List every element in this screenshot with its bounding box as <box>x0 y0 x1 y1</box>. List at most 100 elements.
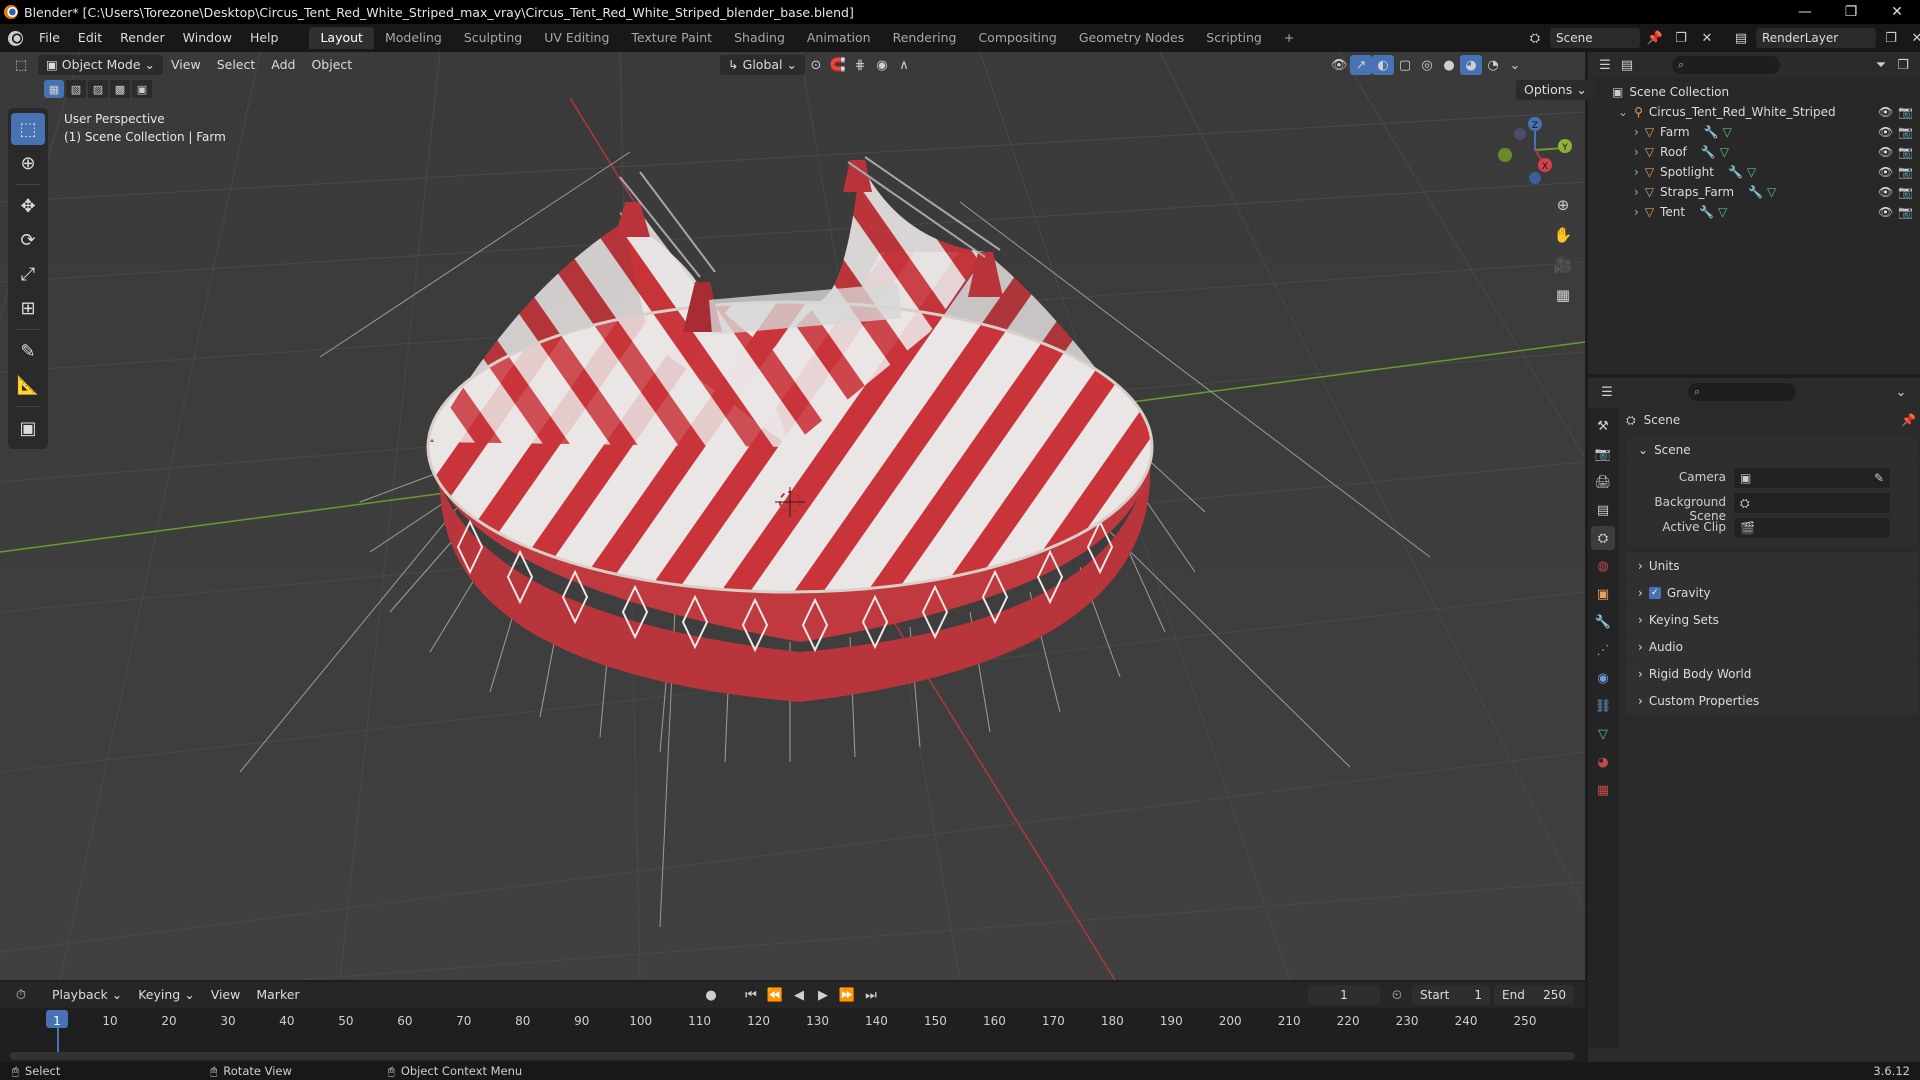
minimize-button[interactable]: — <box>1782 0 1828 24</box>
panel-units[interactable]: › Units <box>1626 553 1918 579</box>
eye-icon[interactable]: 👁 <box>1878 125 1893 139</box>
annotate-tool-icon[interactable]: ✎ <box>11 335 45 367</box>
tab-modeling[interactable]: Modeling <box>374 27 453 49</box>
tab-scripting[interactable]: Scripting <box>1195 27 1273 49</box>
modifier-tab-icon[interactable]: 🔧 <box>1591 610 1615 634</box>
shading-options-icon[interactable]: ⌄ <box>1504 55 1526 75</box>
wireframe-shading-icon[interactable]: ◎ <box>1416 55 1438 75</box>
expand-right-icon[interactable]: › <box>1634 165 1639 179</box>
physics-tab-icon[interactable]: ◉ <box>1591 666 1615 690</box>
outliner-item-spotlight[interactable]: › ▽ Spotlight 🔧 ▽ 👁 📷 <box>1588 162 1920 182</box>
constraints-tab-icon[interactable]: ⛓ <box>1591 694 1615 718</box>
tab-geometry-nodes[interactable]: Geometry Nodes <box>1068 27 1195 49</box>
pivot-icon[interactable]: ⊙ <box>805 55 827 75</box>
scene-name-field[interactable]: Scene <box>1550 28 1640 48</box>
tab-shading[interactable]: Shading <box>723 27 796 49</box>
texture-tab-icon[interactable]: ▦ <box>1591 778 1615 802</box>
menu-file[interactable]: File <box>30 24 69 52</box>
maximize-button[interactable]: ❐ <box>1828 0 1874 24</box>
measure-tool-icon[interactable]: 📐 <box>11 369 45 401</box>
camera-render-icon[interactable]: 📷 <box>1898 205 1913 219</box>
transform-tool-icon[interactable]: ⊞ <box>11 292 45 324</box>
eye-icon[interactable]: 👁 <box>1878 205 1893 219</box>
new-scene-icon[interactable]: ❐ <box>1670 28 1692 48</box>
xray-icon[interactable]: ▢ <box>1394 55 1416 75</box>
chevron-down-icon[interactable]: ⌄ <box>1890 382 1912 402</box>
background-scene-field[interactable]: ⛭ <box>1734 493 1890 513</box>
gizmo-toggle-icon[interactable]: ↗ <box>1350 55 1372 75</box>
pin-icon[interactable]: 📌 <box>1901 413 1916 427</box>
pan-hand-icon[interactable]: ✋ <box>1550 222 1576 248</box>
expand-right-icon[interactable]: › <box>1634 205 1639 219</box>
menu-object[interactable]: Object <box>303 55 360 75</box>
select-intersect-icon[interactable]: ▣ <box>132 80 152 98</box>
view-layer-icon[interactable]: ▤ <box>1730 28 1752 48</box>
expand-right-icon[interactable]: › <box>1634 185 1639 199</box>
scene-section-header[interactable]: ⌄ Scene <box>1626 437 1918 463</box>
display-mode-icon[interactable]: ▤ <box>1616 55 1638 75</box>
expand-right-icon[interactable]: › <box>1634 125 1639 139</box>
menu-window[interactable]: Window <box>174 24 241 52</box>
menu-help[interactable]: Help <box>241 24 288 52</box>
gravity-checkbox[interactable]: ✓ <box>1648 587 1661 599</box>
editor-type-icon[interactable]: ⬚ <box>10 55 32 75</box>
select-new-icon[interactable]: ▦ <box>44 80 64 98</box>
delete-scene-icon[interactable]: ✕ <box>1696 28 1718 48</box>
snap-icon[interactable]: 🧲 <box>827 55 849 75</box>
view-layer-tab-icon[interactable]: ▤ <box>1591 498 1615 522</box>
menu-add[interactable]: Add <box>263 55 303 75</box>
properties-editor-type-icon[interactable]: ☰ <box>1596 382 1618 402</box>
scene-selector-icon[interactable]: ⛭ <box>1524 28 1546 48</box>
tab-animation[interactable]: Animation <box>796 27 882 49</box>
outliner-item-straps-farm[interactable]: › ▽ Straps_Farm 🔧 ▽ 👁 📷 <box>1588 182 1920 202</box>
eye-icon[interactable]: 👁 <box>1878 145 1893 159</box>
timeline-scrollbar[interactable] <box>10 1052 1575 1060</box>
scene-tab-icon[interactable]: ⛭ <box>1591 526 1615 550</box>
panel-custom-properties[interactable]: › Custom Properties <box>1626 688 1918 714</box>
add-workspace-button[interactable]: + <box>1273 27 1305 49</box>
eye-icon[interactable]: 👁 <box>1878 185 1893 199</box>
3d-viewport[interactable] <box>0 52 1585 980</box>
tab-sculpting[interactable]: Sculpting <box>453 27 533 49</box>
blender-menu-icon[interactable] <box>0 24 30 52</box>
expand-right-icon[interactable]: › <box>1634 145 1639 159</box>
mode-dropdown[interactable]: ▣ Object Mode ⌄ <box>38 55 164 75</box>
object-tab-icon[interactable]: ▣ <box>1591 582 1615 606</box>
tab-compositing[interactable]: Compositing <box>967 27 1067 49</box>
eye-icon[interactable]: 👁 <box>1878 105 1893 119</box>
rendered-shading-icon[interactable]: ◔ <box>1482 55 1504 75</box>
move-tool-icon[interactable]: ✥ <box>11 190 45 222</box>
tool-tab-icon[interactable]: ⚒ <box>1591 414 1615 438</box>
delete-view-layer-icon[interactable]: ✕ <box>1906 28 1920 48</box>
collection-row[interactable]: ⌄ ⚲ Circus_Tent_Red_White_Striped 👁 📷 <box>1588 102 1920 122</box>
outliner-item-farm[interactable]: › ▽ Farm 🔧 ▽ 👁 📷 <box>1588 122 1920 142</box>
menu-edit[interactable]: Edit <box>69 24 111 52</box>
overlays-icon[interactable]: ◐ <box>1372 55 1394 75</box>
material-tab-icon[interactable]: ◕ <box>1591 750 1615 774</box>
scene-collection-row[interactable]: ▣ Scene Collection <box>1588 82 1920 102</box>
camera-render-icon[interactable]: 📷 <box>1898 105 1913 119</box>
panel-keying-sets[interactable]: › Keying Sets <box>1626 607 1918 633</box>
camera-render-icon[interactable]: 📷 <box>1898 125 1913 139</box>
outliner-item-roof[interactable]: › ▽ Roof 🔧 ▽ 👁 📷 <box>1588 142 1920 162</box>
tab-rendering[interactable]: Rendering <box>882 27 968 49</box>
select-subtract-icon[interactable]: ▨ <box>88 80 108 98</box>
eye-icon[interactable]: 👁 <box>1878 165 1893 179</box>
world-tab-icon[interactable]: ◍ <box>1591 554 1615 578</box>
camera-view-icon[interactable]: 🎥 <box>1550 252 1576 278</box>
select-invert-icon[interactable]: ▩ <box>110 80 130 98</box>
camera-field[interactable]: ▣ ✎ <box>1734 468 1890 488</box>
zoom-icon[interactable]: ⊕ <box>1550 192 1576 218</box>
solid-shading-icon[interactable]: ● <box>1438 55 1460 75</box>
pin-icon[interactable]: 📌 <box>1644 28 1666 48</box>
active-clip-field[interactable]: 🎬 <box>1734 518 1890 538</box>
data-tab-icon[interactable]: ▽ <box>1591 722 1615 746</box>
tab-layout[interactable]: Layout <box>309 27 374 49</box>
expand-down-icon[interactable]: ⌄ <box>1618 105 1628 119</box>
material-shading-icon[interactable]: ◕ <box>1460 55 1482 75</box>
panel-rigid-body-world[interactable]: › Rigid Body World <box>1626 661 1918 687</box>
view-layer-field[interactable]: RenderLayer <box>1756 28 1876 48</box>
ortho-grid-icon[interactable]: ▦ <box>1550 282 1576 308</box>
select-box-tool-icon[interactable]: ⬚ <box>11 113 45 145</box>
eyedropper-icon[interactable]: ✎ <box>1874 471 1884 485</box>
